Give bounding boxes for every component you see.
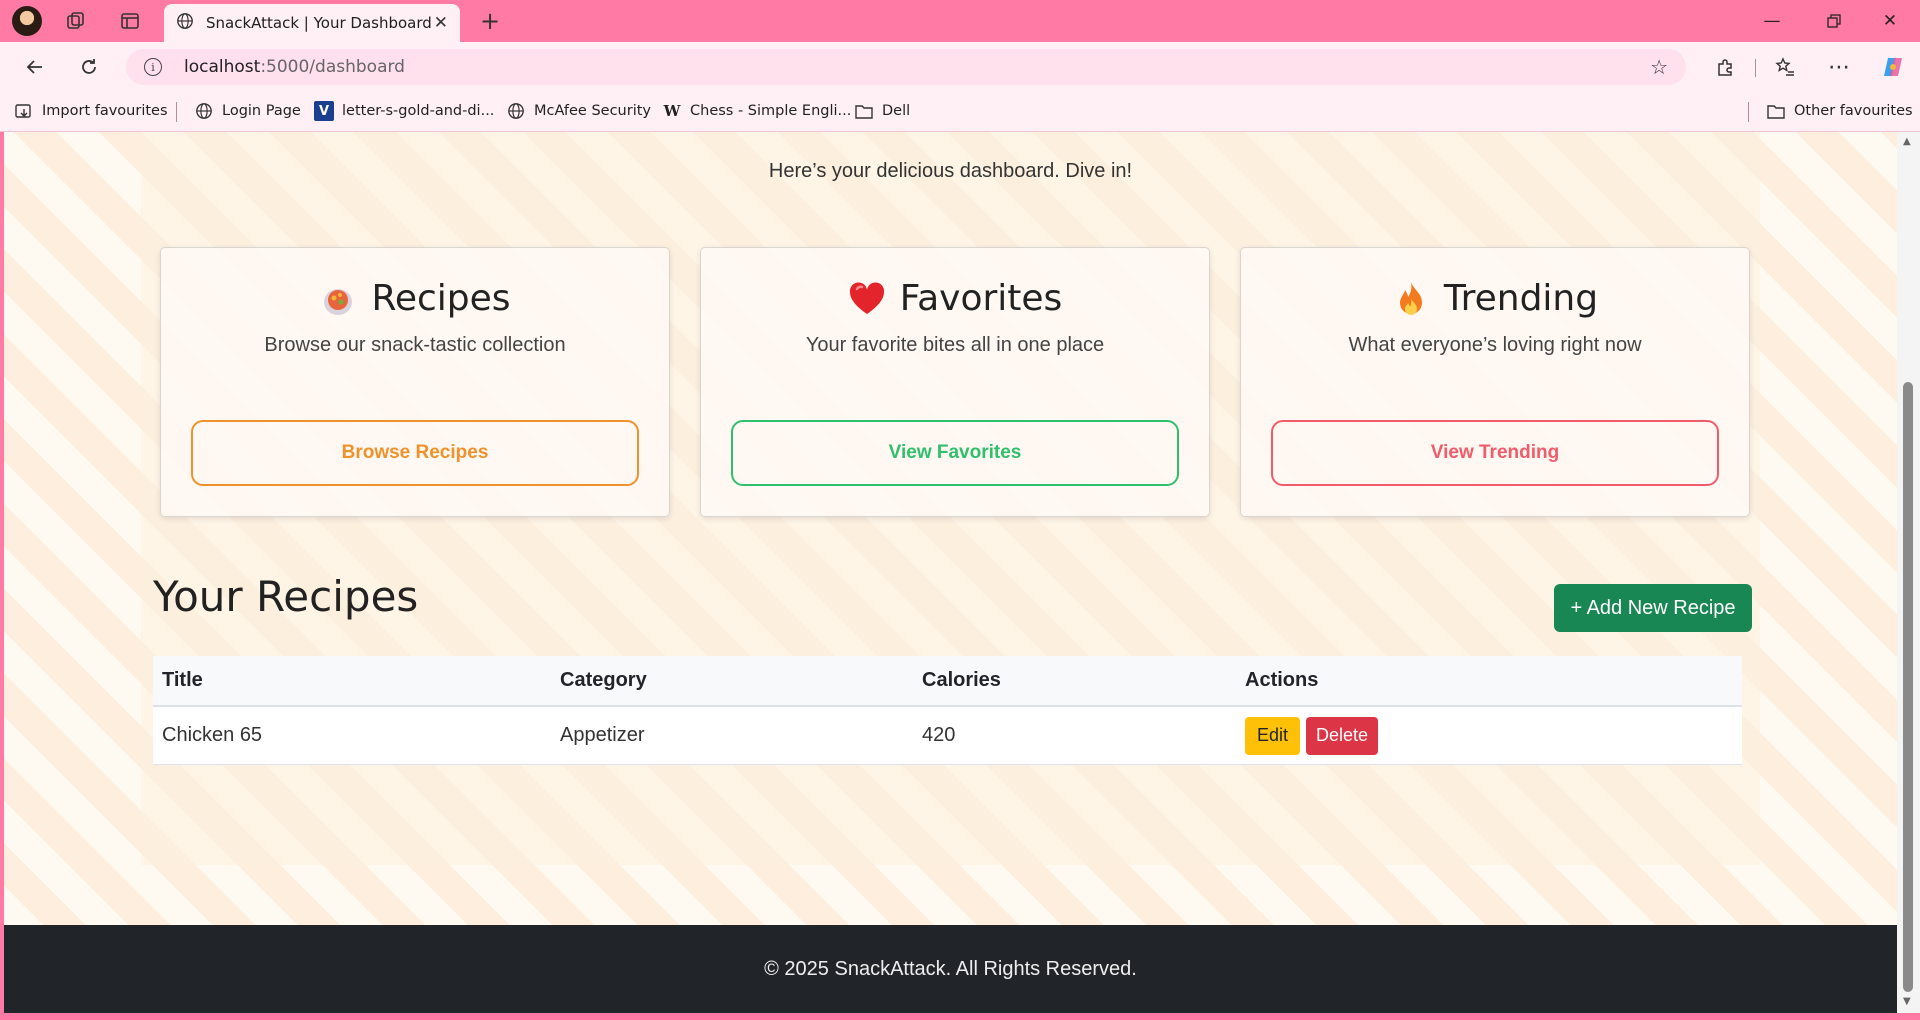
favorites-card-title: Favorites — [899, 278, 1063, 319]
restore-icon[interactable] — [1814, 4, 1854, 38]
refresh-icon[interactable] — [74, 52, 104, 82]
back-arrow-icon[interactable] — [20, 52, 50, 82]
edit-button[interactable]: Edit — [1245, 716, 1301, 755]
page-scrollbar[interactable]: ▲ ▼ — [1897, 132, 1920, 1013]
bookmark-import-favourites[interactable]: Import favourites — [14, 101, 168, 121]
profile-avatar[interactable] — [12, 6, 42, 36]
bookmark-login-page[interactable]: Login Page — [194, 101, 301, 121]
recipe-category-cell: Appetizer — [560, 724, 645, 746]
scroll-up-arrow-icon[interactable]: ▲ — [1903, 136, 1911, 147]
v-logo-icon: V — [314, 101, 334, 121]
close-tab-icon[interactable]: ✕ — [434, 13, 448, 33]
bookmark-dell[interactable]: Dell — [854, 101, 910, 121]
import-icon — [14, 101, 34, 121]
browse-recipes-button[interactable]: Browse Recipes — [191, 420, 639, 486]
extensions-icon[interactable] — [1710, 52, 1740, 82]
address-toolbar: i localhost:5000/dashboard ☆ ⋯ — [0, 42, 1920, 92]
column-header-title: Title — [162, 669, 203, 691]
delete-button[interactable]: Delete — [1306, 716, 1379, 755]
favorites-list-icon[interactable] — [1770, 52, 1800, 82]
globe-icon — [194, 101, 214, 121]
favorite-star-icon[interactable]: ☆ — [1650, 55, 1668, 79]
dashboard-panel: Here’s your delicious dashboard. Dive in… — [141, 132, 1760, 865]
vertical-tabs-icon[interactable] — [116, 7, 144, 35]
new-tab-icon[interactable]: + — [476, 7, 504, 35]
active-tab[interactable]: SnackAttack | Your Dashboard ✕ — [164, 4, 460, 42]
recipes-card-title: Recipes — [371, 278, 511, 319]
bookmark-letter-s[interactable]: V letter-s-gold-and-di... — [314, 101, 494, 121]
site-info-icon[interactable]: i — [144, 58, 162, 76]
add-new-recipe-button[interactable]: + Add New Recipe — [1554, 584, 1752, 632]
bookmark-separator — [1748, 102, 1749, 122]
table-header: Title Category Calories Actions — [153, 656, 1742, 707]
scroll-down-arrow-icon[interactable]: ▼ — [1903, 996, 1911, 1007]
recipe-calories-cell: 420 — [922, 724, 956, 746]
page-viewport: Here’s your delicious dashboard. Dive in… — [4, 132, 1897, 1013]
wikipedia-icon: W — [663, 102, 681, 120]
fire-icon — [1392, 280, 1430, 318]
column-header-category: Category — [560, 669, 647, 691]
folder-icon — [854, 101, 874, 121]
scrollbar-thumb[interactable] — [1903, 382, 1913, 992]
heart-icon — [848, 280, 886, 318]
column-header-calories: Calories — [922, 669, 1001, 691]
recipe-title-cell: Chicken 65 — [162, 724, 263, 746]
view-favorites-button[interactable]: View Favorites — [731, 420, 1179, 486]
table-row: Chicken 65 Appetizer 420 Edit Delete — [153, 707, 1742, 765]
view-trending-button[interactable]: View Trending — [1271, 420, 1719, 486]
favorites-card: Favorites Your favorite bites all in one… — [700, 247, 1210, 517]
folder-icon — [1766, 101, 1786, 121]
dashboard-intro: Here’s your delicious dashboard. Dive in… — [768, 160, 1133, 182]
favorites-card-subtitle: Your favorite bites all in one place — [805, 334, 1105, 356]
recipes-table: Title Category Calories Actions Chicken … — [153, 656, 1742, 765]
recipe-actions-cell: Edit Delete — [1236, 716, 1742, 755]
more-options-icon[interactable]: ⋯ — [1824, 52, 1854, 82]
bookmark-separator — [176, 102, 177, 122]
recipes-card-subtitle: Browse our snack-tastic collection — [264, 334, 566, 356]
trending-card: Trending What everyone’s loving right no… — [1240, 247, 1750, 517]
toolbar-divider — [1755, 59, 1756, 77]
bookmarks-bar: Import favourites Login Page V letter-s-… — [0, 92, 1920, 132]
globe-icon — [176, 12, 194, 34]
bookmark-chess[interactable]: W Chess - Simple Engli... — [662, 101, 852, 121]
url-text: localhost:5000/dashboard — [184, 57, 405, 77]
bookmark-mcafee[interactable]: McAfee Security — [506, 101, 651, 121]
your-recipes-heading: Your Recipes — [153, 572, 419, 621]
tab-title: SnackAttack | Your Dashboard — [206, 14, 432, 32]
bookmark-other-favourites[interactable]: Other favourites — [1766, 101, 1913, 121]
address-bar[interactable]: i localhost:5000/dashboard ☆ — [126, 49, 1686, 85]
globe-icon — [506, 101, 526, 121]
workspaces-icon[interactable] — [62, 7, 90, 35]
window-bottom-edge — [0, 1013, 1920, 1020]
close-window-icon[interactable]: ✕ — [1870, 4, 1910, 38]
copilot-icon[interactable] — [1878, 52, 1908, 82]
trending-card-title: Trending — [1443, 278, 1599, 319]
page-footer: © 2025 SnackAttack. All Rights Reserved. — [4, 925, 1897, 1013]
minimize-icon[interactable]: — — [1752, 4, 1792, 38]
trending-card-subtitle: What everyone’s loving right now — [1348, 334, 1642, 356]
recipes-card: Recipes Browse our snack-tastic collecti… — [160, 247, 670, 517]
column-header-actions: Actions — [1245, 669, 1319, 691]
stew-pot-icon — [319, 280, 357, 318]
tab-bar: SnackAttack | Your Dashboard ✕ + — ✕ — [0, 0, 1920, 42]
